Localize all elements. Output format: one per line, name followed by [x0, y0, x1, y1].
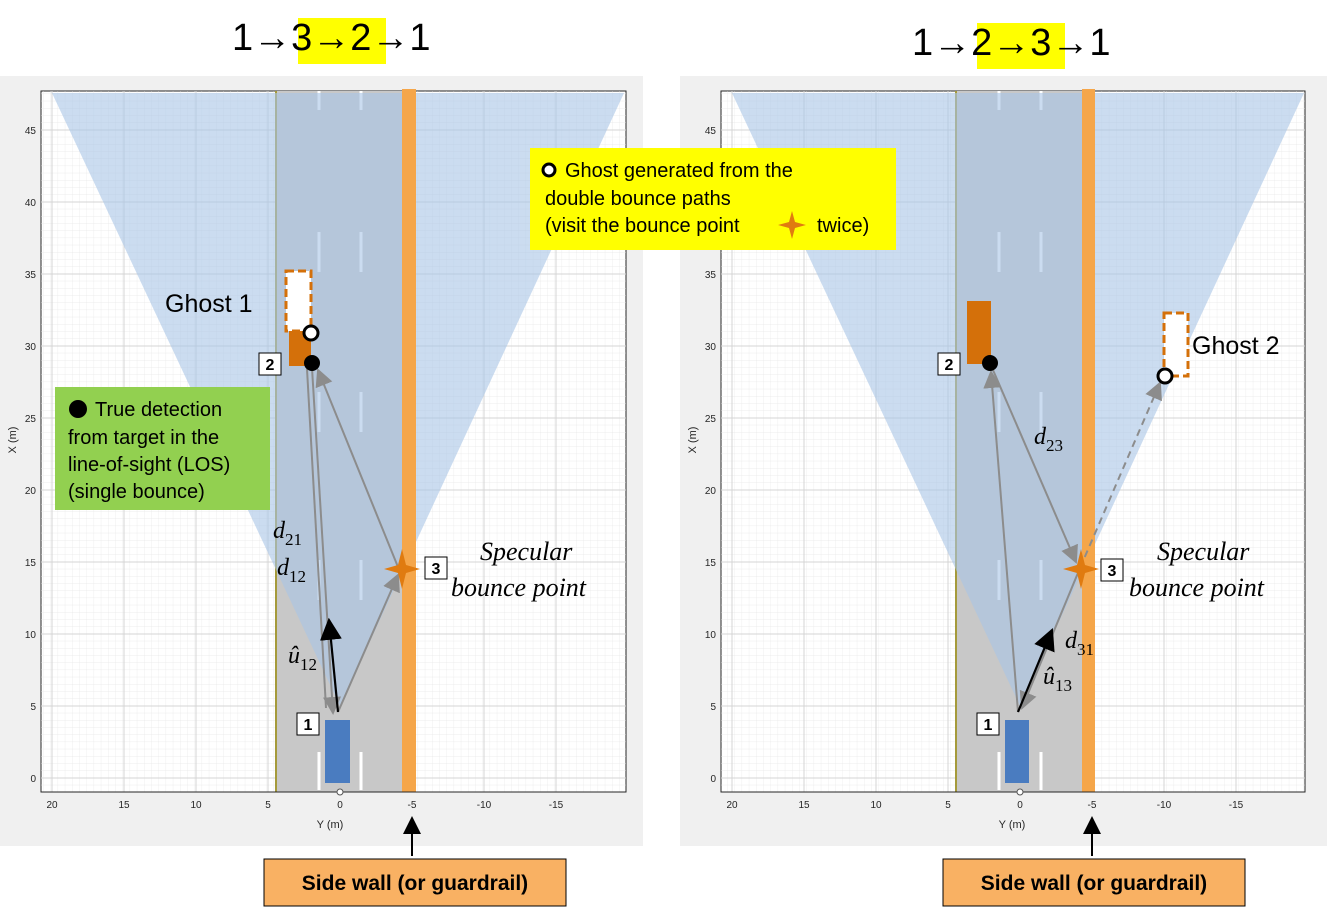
- left-ytick: 45: [25, 126, 37, 137]
- ghost-legend-ring: [541, 162, 557, 178]
- right-xtick: -10: [1157, 800, 1172, 811]
- right-ytick: 45: [705, 126, 717, 137]
- left-xtick: 5: [265, 800, 271, 811]
- right-ytick: 5: [710, 702, 716, 713]
- left-marker-2-label: 2: [266, 357, 275, 374]
- right-xtick: 20: [726, 800, 738, 811]
- ghost-note-line-3: (visit the bounce point: [545, 215, 740, 237]
- ghost-note-line-4: twice): [817, 215, 869, 237]
- right-marker-1-label: 1: [984, 717, 993, 734]
- right-y-axis-label: X (m): [687, 427, 699, 454]
- right-ytick: 20: [705, 486, 717, 497]
- left-ytick: 15: [25, 558, 37, 569]
- right-target-vehicle: [967, 301, 991, 364]
- left-bounce-label-2: bounce point: [451, 573, 587, 602]
- right-xtick: -5: [1088, 800, 1097, 811]
- left-xtick: 20: [46, 800, 58, 811]
- right-wall-label: Side wall (or guardrail): [981, 872, 1207, 895]
- left-ghost-detection: [302, 324, 320, 342]
- true-detection-line-3: line-of-sight (LOS): [68, 454, 230, 476]
- left-ego-vehicle: [325, 720, 350, 783]
- ghost-note-line-2: double bounce paths: [545, 188, 731, 210]
- left-xtick: -15: [549, 800, 564, 811]
- right-ytick: 35: [705, 270, 717, 281]
- left-xtick: -5: [408, 800, 417, 811]
- right-bounce-label-1: Specular: [1157, 537, 1250, 566]
- left-true-detection: [304, 355, 320, 371]
- right-ego-vehicle: [1005, 720, 1029, 783]
- right-true-detection: [982, 355, 998, 371]
- left-ytick: 0: [30, 774, 36, 785]
- right-ytick: 15: [705, 558, 717, 569]
- ghost-note-callout: Ghost generated from the double bounce p…: [530, 148, 896, 250]
- right-xtick: 10: [870, 800, 882, 811]
- left-ytick: 35: [25, 270, 37, 281]
- true-detection-line-4: (single bounce): [68, 481, 205, 503]
- right-ytick: 0: [710, 774, 716, 785]
- right-ghost-label: Ghost 2: [1192, 332, 1280, 360]
- left-ytick: 20: [25, 486, 37, 497]
- left-ghost-label: Ghost 1: [165, 290, 253, 318]
- left-ytick: 40: [25, 198, 37, 209]
- right-xtick: -15: [1229, 800, 1244, 811]
- right-ghost-detection: [1156, 367, 1174, 385]
- left-x-axis-label: Y (m): [317, 819, 344, 831]
- right-xtick: 15: [798, 800, 810, 811]
- true-detection-line-1: True detection: [95, 399, 222, 421]
- left-xtick: -10: [477, 800, 492, 811]
- right-xtick: 5: [945, 800, 951, 811]
- right-ytick: 10: [705, 630, 717, 641]
- left-wall-label: Side wall (or guardrail): [302, 872, 528, 895]
- left-xtick: 10: [190, 800, 202, 811]
- right-ghost-box: [1162, 311, 1190, 378]
- diagram-canvas: 20 15 10 5 0 -5 -10 -15 0 5 10 15 20 25 …: [0, 76, 1327, 907]
- ghost-note-line-1: Ghost generated from the: [565, 160, 793, 182]
- true-detection-line-2: from target in the: [68, 427, 219, 449]
- left-marker-1-label: 1: [304, 717, 313, 734]
- left-ytick: 5: [30, 702, 36, 713]
- left-ytick: 25: [25, 414, 37, 425]
- left-ghost-box: [284, 269, 313, 333]
- left-side-wall: [402, 89, 416, 792]
- left-bounce-label-1: Specular: [480, 537, 573, 566]
- right-bounce-label-2: bounce point: [1129, 573, 1265, 602]
- left-xtick: 0: [337, 800, 343, 811]
- right-x-axis-label: Y (m): [999, 819, 1026, 831]
- left-ytick: 10: [25, 630, 37, 641]
- right-marker-2-label: 2: [945, 357, 954, 374]
- right-side-wall: [1082, 89, 1095, 792]
- right-ytick: 25: [705, 414, 717, 425]
- left-y-axis-label: X (m): [7, 427, 19, 454]
- left-xtick: 15: [118, 800, 130, 811]
- left-ytick: 30: [25, 342, 37, 353]
- right-ytick: 30: [705, 342, 717, 353]
- right-xtick: 0: [1017, 800, 1023, 811]
- left-marker-3-label: 3: [432, 561, 441, 578]
- true-detection-legend-dot: [69, 400, 87, 418]
- right-marker-3-label: 3: [1108, 563, 1117, 580]
- true-detection-callout: True detection from target in the line-o…: [55, 387, 270, 510]
